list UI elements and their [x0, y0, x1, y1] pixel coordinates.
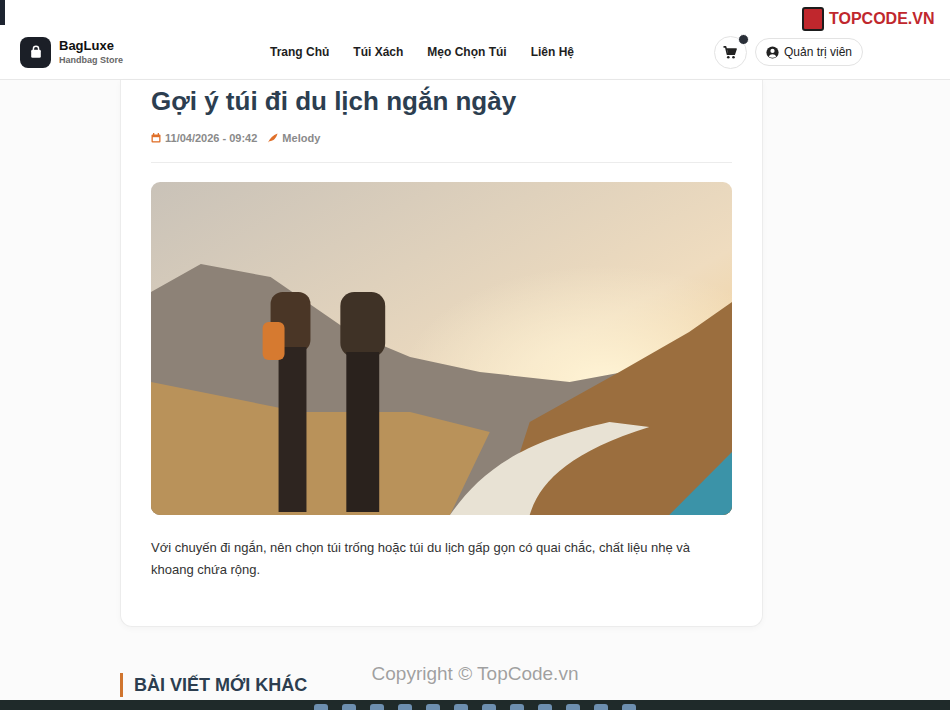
- page: BagLuxeHandbag Store Trang Chủ Túi Xách Mẹo…: [0, 0, 950, 710]
- taskbar-app-icon[interactable]: [454, 704, 468, 710]
- feather-icon: [267, 133, 278, 143]
- taskbar-app-icon[interactable]: [594, 704, 608, 710]
- taskbar: [0, 700, 950, 710]
- user-menu[interactable]: Quản trị viên: [755, 38, 863, 66]
- user-icon: [766, 46, 779, 59]
- article-meta: 11/04/2026 - 09:42 Melody: [151, 130, 732, 163]
- taskbar-app-icon[interactable]: [398, 704, 412, 710]
- travel-photo-icon: [151, 182, 732, 515]
- brand-tagline: Handbag Store: [59, 54, 123, 66]
- bag-icon: [29, 45, 43, 59]
- watermark-footer: Copyright © TopCode.vn: [0, 663, 950, 685]
- article-body: Với chuyến đi ngắn, nên chọn túi trống h…: [151, 537, 732, 581]
- main: Gợi ý túi đi du lịch ngắn ngày 11/04/202…: [0, 80, 950, 697]
- calendar-icon: [151, 133, 161, 143]
- cart-icon: [723, 46, 737, 59]
- user-label: Quản trị viên: [784, 45, 852, 59]
- main-nav: Trang Chủ Túi Xách Mẹo Chọn Túi Liên Hệ: [270, 45, 574, 59]
- header-actions: Quản trị viên: [714, 36, 863, 69]
- watermark-logo: TOPCODE.VN: [790, 0, 950, 38]
- article-title: Gợi ý túi đi du lịch ngắn ngày: [151, 84, 732, 118]
- taskbar-app-icon[interactable]: [370, 704, 384, 710]
- watermark-logo-text: TOPCODE.VN: [829, 10, 935, 28]
- taskbar-app-icon[interactable]: [622, 704, 636, 710]
- strip-mark: [0, 0, 5, 25]
- taskbar-app-icon[interactable]: [538, 704, 552, 710]
- nav-item[interactable]: Túi Xách: [353, 45, 403, 59]
- site-header: BagLuxeHandbag Store Trang Chủ Túi Xách Mẹo…: [0, 25, 950, 80]
- nav-item[interactable]: Mẹo Chọn Túi: [427, 45, 506, 59]
- taskbar-app-icon[interactable]: [566, 704, 580, 710]
- article-date: 11/04/2026 - 09:42: [151, 130, 257, 146]
- taskbar-app-icon[interactable]: [426, 704, 440, 710]
- article-author: Melody: [267, 130, 320, 146]
- cart-button[interactable]: [714, 36, 747, 69]
- article-card: Gợi ý túi đi du lịch ngắn ngày 11/04/202…: [120, 80, 763, 627]
- taskbar-app-icon[interactable]: [510, 704, 524, 710]
- article-image: [151, 182, 732, 515]
- brand-text: BagLuxeHandbag Store: [59, 38, 123, 66]
- taskbar-app-icon[interactable]: [342, 704, 356, 710]
- watermark-mark-icon: [802, 7, 824, 31]
- brand[interactable]: BagLuxeHandbag Store: [20, 37, 270, 68]
- taskbar-app-icon[interactable]: [482, 704, 496, 710]
- nav-item[interactable]: Liên Hệ: [531, 45, 574, 59]
- taskbar-app-icon[interactable]: [314, 704, 328, 710]
- nav-item[interactable]: Trang Chủ: [270, 45, 329, 59]
- cart-badge: [738, 34, 749, 45]
- brand-logo: [20, 37, 51, 68]
- brand-name: BagLuxe: [59, 38, 123, 54]
